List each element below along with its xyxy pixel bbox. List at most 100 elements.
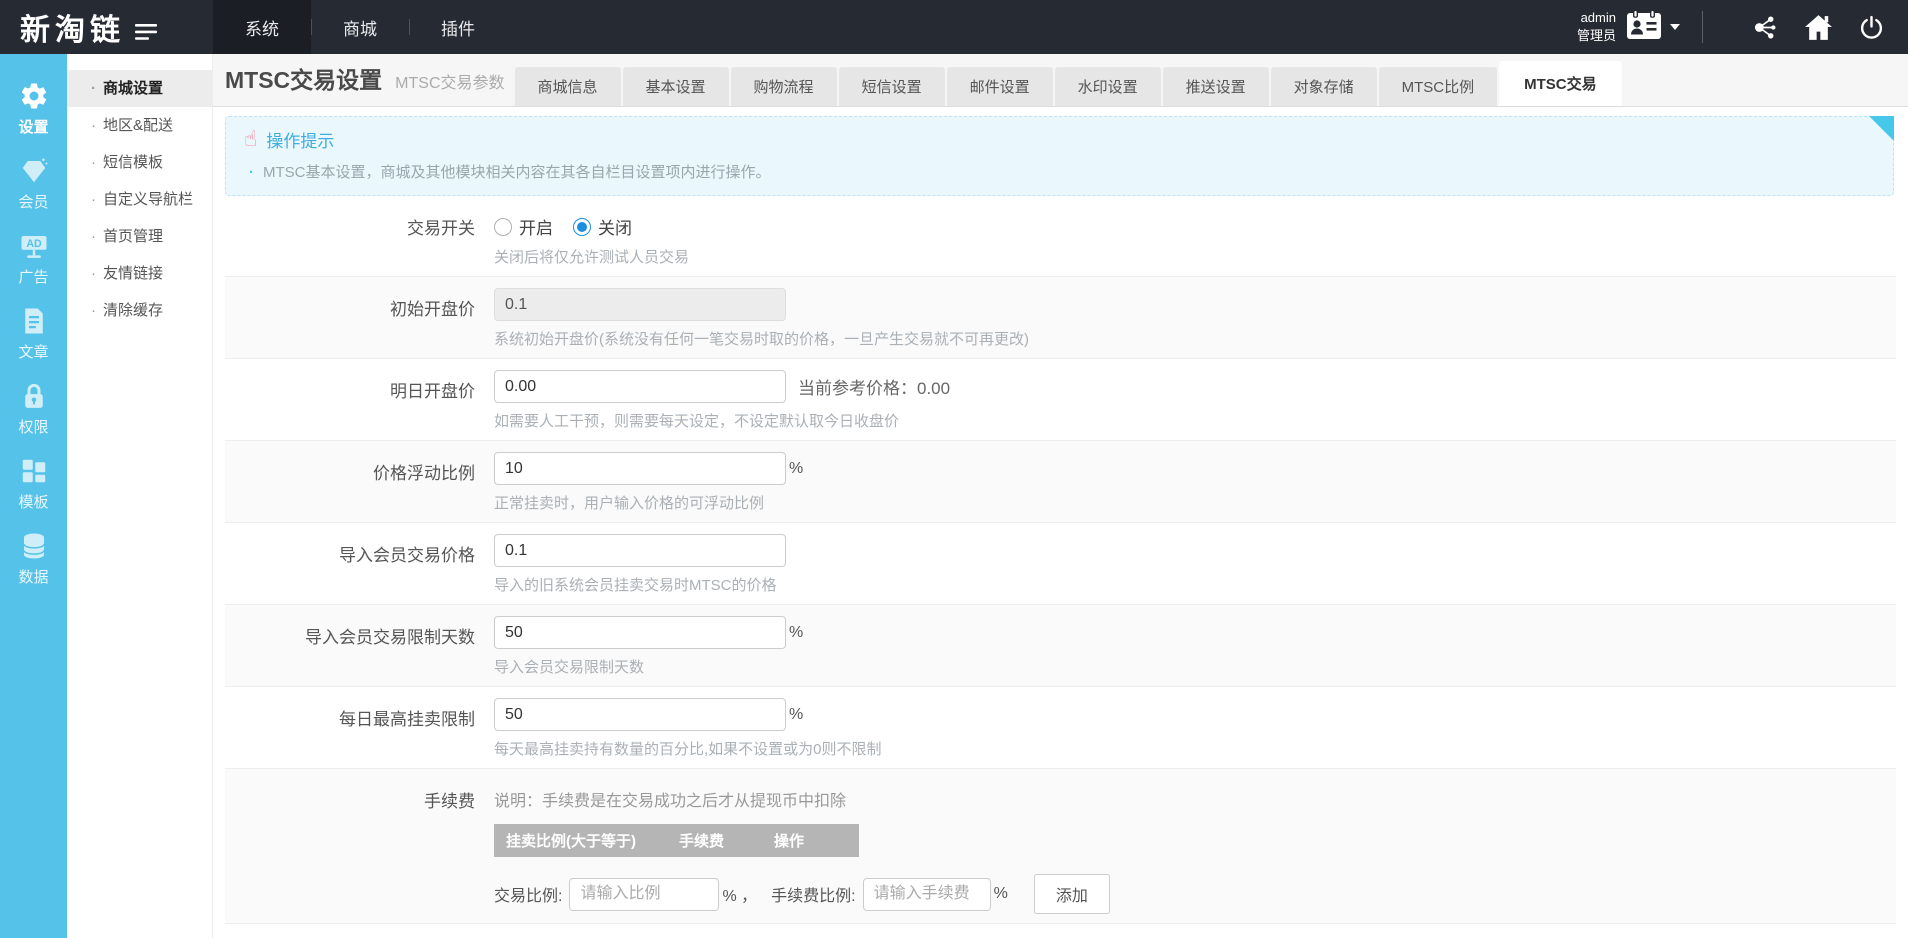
import-days-input[interactable] [494,616,786,649]
subsidebar-item-homepage[interactable]: 首页管理 [67,218,212,255]
initial-price-input [494,288,786,321]
sidebar-item-ad[interactable]: AD 广告 [0,222,67,297]
document-icon [0,306,67,338]
user-name: admin [1580,10,1616,26]
radio-closed[interactable] [573,217,591,236]
page-title: MTSC交易设置 [225,67,383,93]
trade-ratio-input[interactable] [569,877,720,911]
app-logo: 新淘链 [20,14,125,47]
sidebar-item-member[interactable]: 会员 [0,147,67,222]
trade-switch-group: 开启 关闭 [494,207,1896,239]
tab-1[interactable]: 基本设置 [622,67,729,106]
field-help: 系统初始开盘价(系统没有任何一笔交易时取的价格，一旦产生交易就不可再更改) [494,331,1029,348]
icon-sidebar: 设置 会员 AD 广告 文章 权限 模板 数据 [0,54,67,938]
fee-suffix: % [993,885,1008,902]
sidebar-item-data[interactable]: 数据 [0,522,67,597]
chevron-down-icon [1670,24,1680,30]
subsidebar-item-region-shipping[interactable]: 地区&配送 [67,107,212,144]
subsidebar-item-custom-nav[interactable]: 自定义导航栏 [67,181,212,218]
float-ratio-input[interactable] [494,452,786,485]
field-label: 手续费 [424,792,475,811]
ad-icon: AD [0,231,67,263]
percent-suffix: % [789,623,804,641]
database-icon [0,531,67,563]
percent-suffix: % [789,459,804,477]
fee-col-fee: 手续费 [679,833,725,850]
tab-8[interactable]: MTSC比例 [1378,67,1498,106]
row-daily-limit: 每日最高挂卖限制 % 每天最高挂卖持有数量的百分比,如果不设置或为0则不限制 [225,687,1896,769]
grid-icon [0,456,67,488]
sidebar-item-settings[interactable]: 设置 [0,72,67,147]
user-menu[interactable]: admin 管理员 [1577,9,1680,45]
notice-text: MTSC基本设置，商城及其他模块相关内容在其各自栏目设置项内进行操作。 [244,161,1875,182]
submit-row: 确认提交 [225,924,1896,938]
field-label: 初始开盘价 [390,300,475,319]
row-tomorrow-price: 明日开盘价 当前参考价格：0.00 如需要人工干预，则需要每天设定，不设定默认取… [225,359,1896,441]
logo-area: 新淘链 [0,0,213,54]
field-label: 价格浮动比例 [373,464,475,483]
power-icon[interactable] [1859,15,1884,40]
tab-bar: 商城信息 基本设置 购物流程 短信设置 邮件设置 水印设置 推送设置 对象存储 MTSC比例 MT… [514,61,1624,106]
fee-ratio-input[interactable] [862,877,991,911]
top-menu-item-plugin[interactable]: 插件 [409,0,507,54]
fee-col-action: 操作 [774,833,805,850]
tab-4[interactable]: 邮件设置 [946,67,1053,106]
reference-price-note: 当前参考价格：0.00 [798,379,951,398]
row-fee: 手续费 说明：手续费是在交易成功之后才从提现币中扣除 挂卖比例(大于等于) 手续… [225,769,1896,924]
corner-fold-icon [1869,116,1894,141]
gear-icon [0,81,67,113]
sidebar-item-template[interactable]: 模板 [0,447,67,522]
import-price-input[interactable] [494,534,786,567]
add-button[interactable]: 添加 [1033,874,1110,914]
row-float-ratio: 价格浮动比例 % 正常挂卖时，用户输入价格的可浮动比例 [225,441,1896,523]
subsidebar-item-friend-links[interactable]: 友情链接 [67,255,212,292]
svg-text:AD: AD [26,238,42,250]
field-label: 明日开盘价 [390,382,475,401]
main-panel: MTSC交易设置 MTSC交易参数 商城信息 基本设置 购物流程 短信设置 邮件设置 水印… [213,54,1908,938]
tab-0[interactable]: 商城信息 [514,67,621,106]
daily-limit-input[interactable] [494,698,786,731]
tab-7[interactable]: 对象存储 [1270,67,1377,106]
field-label: 导入会员交易价格 [339,546,475,565]
top-menu-item-system[interactable]: 系统 [213,0,311,54]
sidebar-item-article[interactable]: 文章 [0,297,67,372]
row-import-days: 导入会员交易限制天数 % 导入会员交易限制天数 [225,605,1896,687]
field-help: 每天最高挂卖持有数量的百分比,如果不设置或为0则不限制 [494,741,882,758]
field-label: 导入会员交易限制天数 [305,628,475,647]
radio-closed-label: 关闭 [598,219,632,238]
radio-open[interactable] [494,217,512,236]
field-label: 交易开关 [407,219,475,238]
tab-6[interactable]: 推送设置 [1162,67,1269,106]
notice-box: ☝ 操作提示 MTSC基本设置，商城及其他模块相关内容在其各自栏目设置项内进行操… [225,116,1894,196]
radio-open-label: 开启 [519,219,553,238]
row-import-price: 导入会员交易价格 导入的旧系统会员挂卖交易时MTSC的价格 [225,523,1896,605]
user-info: admin 管理员 [1577,9,1616,44]
subsidebar-item-clear-cache[interactable]: 清除缓存 [67,292,212,329]
percent-suffix: % [789,705,804,723]
field-help: 导入的旧系统会员挂卖交易时MTSC的价格 [494,577,777,594]
fee-col-ratio: 挂卖比例(大于等于) [506,833,636,850]
tab-2[interactable]: 购物流程 [730,67,837,106]
fee-input-row: 交易比例: % ， 手续费比例: % 添加 [494,874,1896,914]
tab-5[interactable]: 水印设置 [1054,67,1161,106]
topbar: 新淘链 系统 商城 插件 admin 管理员 [0,0,1908,54]
home-icon[interactable] [1804,14,1833,41]
ratio-suffix: % ， [722,888,758,905]
notice-title: 操作提示 [266,132,335,151]
field-help: 关闭后将仅允许测试人员交易 [494,249,690,266]
trade-ratio-label: 交易比例: [494,888,563,905]
tab-3[interactable]: 短信设置 [838,67,945,106]
menu-collapse-icon[interactable] [135,23,157,46]
tomorrow-price-input[interactable] [494,370,786,403]
sidebar-item-permission[interactable]: 权限 [0,372,67,447]
subsidebar-item-sms-template[interactable]: 短信模板 [67,144,212,181]
page-subtitle: MTSC交易参数 [395,75,505,92]
row-initial-price: 初始开盘价 系统初始开盘价(系统没有任何一笔交易时取的价格，一旦产生交易就不可再… [225,277,1896,359]
subsidebar-item-mall-settings[interactable]: 商城设置 [58,70,212,107]
top-menu: 系统 商城 插件 [213,0,507,54]
tab-9[interactable]: MTSC交易 [1499,61,1622,106]
top-menu-item-mall[interactable]: 商城 [311,0,409,54]
hand-pointer-icon: ☝ [244,126,258,152]
lock-icon [0,381,67,413]
network-share-icon[interactable] [1751,14,1778,41]
